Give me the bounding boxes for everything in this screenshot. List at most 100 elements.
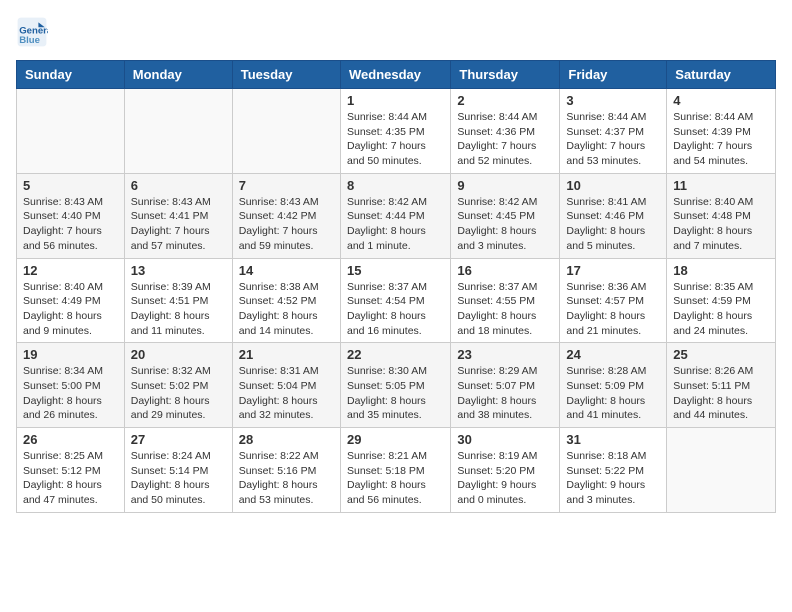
day-cell-16: 16 Sunrise: 8:37 AM Sunset: 4:55 PM Dayli… (451, 258, 560, 343)
day-number-22: 22 (347, 347, 444, 362)
cell-info-24: Sunrise: 8:28 AM Sunset: 5:09 PM Dayligh… (566, 364, 660, 423)
day-cell-18: 18 Sunrise: 8:35 AM Sunset: 4:59 PM Dayli… (667, 258, 776, 343)
day-number-7: 7 (239, 178, 334, 193)
day-cell-2: 2 Sunrise: 8:44 AM Sunset: 4:36 PM Daylig… (451, 89, 560, 174)
day-cell-7: 7Sunrise: 8:43 AM Sunset: 4:42 PM Daylig… (232, 173, 340, 258)
cell-info-30: Sunrise: 8:19 AM Sunset: 5:20 PM Dayligh… (457, 449, 553, 508)
weekday-friday: Friday (560, 61, 667, 89)
cell-info-3: Sunrise: 8:44 AM Sunset: 4:37 PM Dayligh… (566, 110, 660, 169)
day-cell-22: 22 Sunrise: 8:30 AM Sunset: 5:05 PM Dayli… (340, 343, 450, 428)
cell-info-2: Sunrise: 8:44 AM Sunset: 4:36 PM Dayligh… (457, 110, 553, 169)
cell-info-18: Sunrise: 8:35 AM Sunset: 4:59 PM Dayligh… (673, 280, 769, 339)
weekday-monday: Monday (124, 61, 232, 89)
day-cell-11: 11Sunrise: 8:40 AM Sunset: 4:48 PM Dayli… (667, 173, 776, 258)
day-cell-31: 31 Sunrise: 8:18 AM Sunset: 5:22 PM Dayli… (560, 428, 667, 513)
cell-info-9: Sunrise: 8:42 AM Sunset: 4:45 PM Dayligh… (457, 195, 553, 254)
cell-info-22: Sunrise: 8:30 AM Sunset: 5:05 PM Dayligh… (347, 364, 444, 423)
day-number-19: 19 (23, 347, 118, 362)
weekday-sunday: Sunday (17, 61, 125, 89)
day-number-26: 26 (23, 432, 118, 447)
day-number-10: 10 (566, 178, 660, 193)
cell-info-25: Sunrise: 8:26 AM Sunset: 5:11 PM Dayligh… (673, 364, 769, 423)
day-number-6: 6 (131, 178, 226, 193)
weekday-header-row: SundayMondayTuesdayWednesdayThursdayFrid… (17, 61, 776, 89)
cell-info-23: Sunrise: 8:29 AM Sunset: 5:07 PM Dayligh… (457, 364, 553, 423)
cell-info-19: Sunrise: 8:34 AM Sunset: 5:00 PM Dayligh… (23, 364, 118, 423)
day-number-30: 30 (457, 432, 553, 447)
day-number-13: 13 (131, 263, 226, 278)
weekday-tuesday: Tuesday (232, 61, 340, 89)
cell-info-21: Sunrise: 8:31 AM Sunset: 5:04 PM Dayligh… (239, 364, 334, 423)
day-cell-29: 29 Sunrise: 8:21 AM Sunset: 5:18 PM Dayli… (340, 428, 450, 513)
day-number-29: 29 (347, 432, 444, 447)
day-cell-12: 12Sunrise: 8:40 AM Sunset: 4:49 PM Dayli… (17, 258, 125, 343)
cell-info-15: Sunrise: 8:37 AM Sunset: 4:54 PM Dayligh… (347, 280, 444, 339)
week-row-5: 26 Sunrise: 8:25 AM Sunset: 5:12 PM Dayli… (17, 428, 776, 513)
cell-info-31: Sunrise: 8:18 AM Sunset: 5:22 PM Dayligh… (566, 449, 660, 508)
day-cell-19: 19 Sunrise: 8:34 AM Sunset: 5:00 PM Dayli… (17, 343, 125, 428)
cell-info-13: Sunrise: 8:39 AM Sunset: 4:51 PM Dayligh… (131, 280, 226, 339)
day-number-5: 5 (23, 178, 118, 193)
day-cell-8: 8Sunrise: 8:42 AM Sunset: 4:44 PM Daylig… (340, 173, 450, 258)
empty-cell (667, 428, 776, 513)
day-number-31: 31 (566, 432, 660, 447)
day-cell-25: 25Sunrise: 8:26 AM Sunset: 5:11 PM Dayli… (667, 343, 776, 428)
cell-info-16: Sunrise: 8:37 AM Sunset: 4:55 PM Dayligh… (457, 280, 553, 339)
day-number-9: 9 (457, 178, 553, 193)
weekday-wednesday: Wednesday (340, 61, 450, 89)
logo: General Blue (16, 16, 52, 48)
cell-info-1: Sunrise: 8:44 AM Sunset: 4:35 PM Dayligh… (347, 110, 444, 169)
day-number-18: 18 (673, 263, 769, 278)
day-cell-20: 20 Sunrise: 8:32 AM Sunset: 5:02 PM Dayli… (124, 343, 232, 428)
calendar-table: SundayMondayTuesdayWednesdayThursdayFrid… (16, 60, 776, 513)
day-cell-14: 14 Sunrise: 8:38 AM Sunset: 4:52 PM Dayli… (232, 258, 340, 343)
cell-info-8: Sunrise: 8:42 AM Sunset: 4:44 PM Dayligh… (347, 195, 444, 254)
day-number-16: 16 (457, 263, 553, 278)
day-number-28: 28 (239, 432, 334, 447)
day-number-20: 20 (131, 347, 226, 362)
cell-info-12: Sunrise: 8:40 AM Sunset: 4:49 PM Dayligh… (23, 280, 118, 339)
cell-info-29: Sunrise: 8:21 AM Sunset: 5:18 PM Dayligh… (347, 449, 444, 508)
cell-info-4: Sunrise: 8:44 AM Sunset: 4:39 PM Dayligh… (673, 110, 769, 169)
cell-info-28: Sunrise: 8:22 AM Sunset: 5:16 PM Dayligh… (239, 449, 334, 508)
cell-info-20: Sunrise: 8:32 AM Sunset: 5:02 PM Dayligh… (131, 364, 226, 423)
day-cell-15: 15 Sunrise: 8:37 AM Sunset: 4:54 PM Dayli… (340, 258, 450, 343)
day-cell-27: 27 Sunrise: 8:24 AM Sunset: 5:14 PM Dayli… (124, 428, 232, 513)
day-cell-28: 28 Sunrise: 8:22 AM Sunset: 5:16 PM Dayli… (232, 428, 340, 513)
day-cell-24: 24Sunrise: 8:28 AM Sunset: 5:09 PM Dayli… (560, 343, 667, 428)
weekday-thursday: Thursday (451, 61, 560, 89)
day-cell-21: 21 Sunrise: 8:31 AM Sunset: 5:04 PM Dayli… (232, 343, 340, 428)
week-row-3: 12Sunrise: 8:40 AM Sunset: 4:49 PM Dayli… (17, 258, 776, 343)
weekday-saturday: Saturday (667, 61, 776, 89)
day-number-27: 27 (131, 432, 226, 447)
day-number-15: 15 (347, 263, 444, 278)
cell-info-11: Sunrise: 8:40 AM Sunset: 4:48 PM Dayligh… (673, 195, 769, 254)
day-cell-4: 4 Sunrise: 8:44 AM Sunset: 4:39 PM Daylig… (667, 89, 776, 174)
day-number-1: 1 (347, 93, 444, 108)
day-cell-17: 17 Sunrise: 8:36 AM Sunset: 4:57 PM Dayli… (560, 258, 667, 343)
week-row-4: 19 Sunrise: 8:34 AM Sunset: 5:00 PM Dayli… (17, 343, 776, 428)
day-cell-26: 26 Sunrise: 8:25 AM Sunset: 5:12 PM Dayli… (17, 428, 125, 513)
cell-info-27: Sunrise: 8:24 AM Sunset: 5:14 PM Dayligh… (131, 449, 226, 508)
day-number-17: 17 (566, 263, 660, 278)
week-row-1: 1 Sunrise: 8:44 AM Sunset: 4:35 PM Daylig… (17, 89, 776, 174)
page-header: General Blue (16, 16, 776, 48)
day-cell-1: 1 Sunrise: 8:44 AM Sunset: 4:35 PM Daylig… (340, 89, 450, 174)
day-number-4: 4 (673, 93, 769, 108)
cell-info-6: Sunrise: 8:43 AM Sunset: 4:41 PM Dayligh… (131, 195, 226, 254)
day-number-21: 21 (239, 347, 334, 362)
empty-cell (232, 89, 340, 174)
cell-info-26: Sunrise: 8:25 AM Sunset: 5:12 PM Dayligh… (23, 449, 118, 508)
cell-info-14: Sunrise: 8:38 AM Sunset: 4:52 PM Dayligh… (239, 280, 334, 339)
day-number-14: 14 (239, 263, 334, 278)
logo-icon: General Blue (16, 16, 48, 48)
day-number-3: 3 (566, 93, 660, 108)
day-number-23: 23 (457, 347, 553, 362)
day-cell-13: 13 Sunrise: 8:39 AM Sunset: 4:51 PM Dayli… (124, 258, 232, 343)
day-cell-5: 5Sunrise: 8:43 AM Sunset: 4:40 PM Daylig… (17, 173, 125, 258)
day-cell-23: 23 Sunrise: 8:29 AM Sunset: 5:07 PM Dayli… (451, 343, 560, 428)
cell-info-17: Sunrise: 8:36 AM Sunset: 4:57 PM Dayligh… (566, 280, 660, 339)
day-number-2: 2 (457, 93, 553, 108)
day-cell-10: 10Sunrise: 8:41 AM Sunset: 4:46 PM Dayli… (560, 173, 667, 258)
calendar-body: 1 Sunrise: 8:44 AM Sunset: 4:35 PM Daylig… (17, 89, 776, 513)
